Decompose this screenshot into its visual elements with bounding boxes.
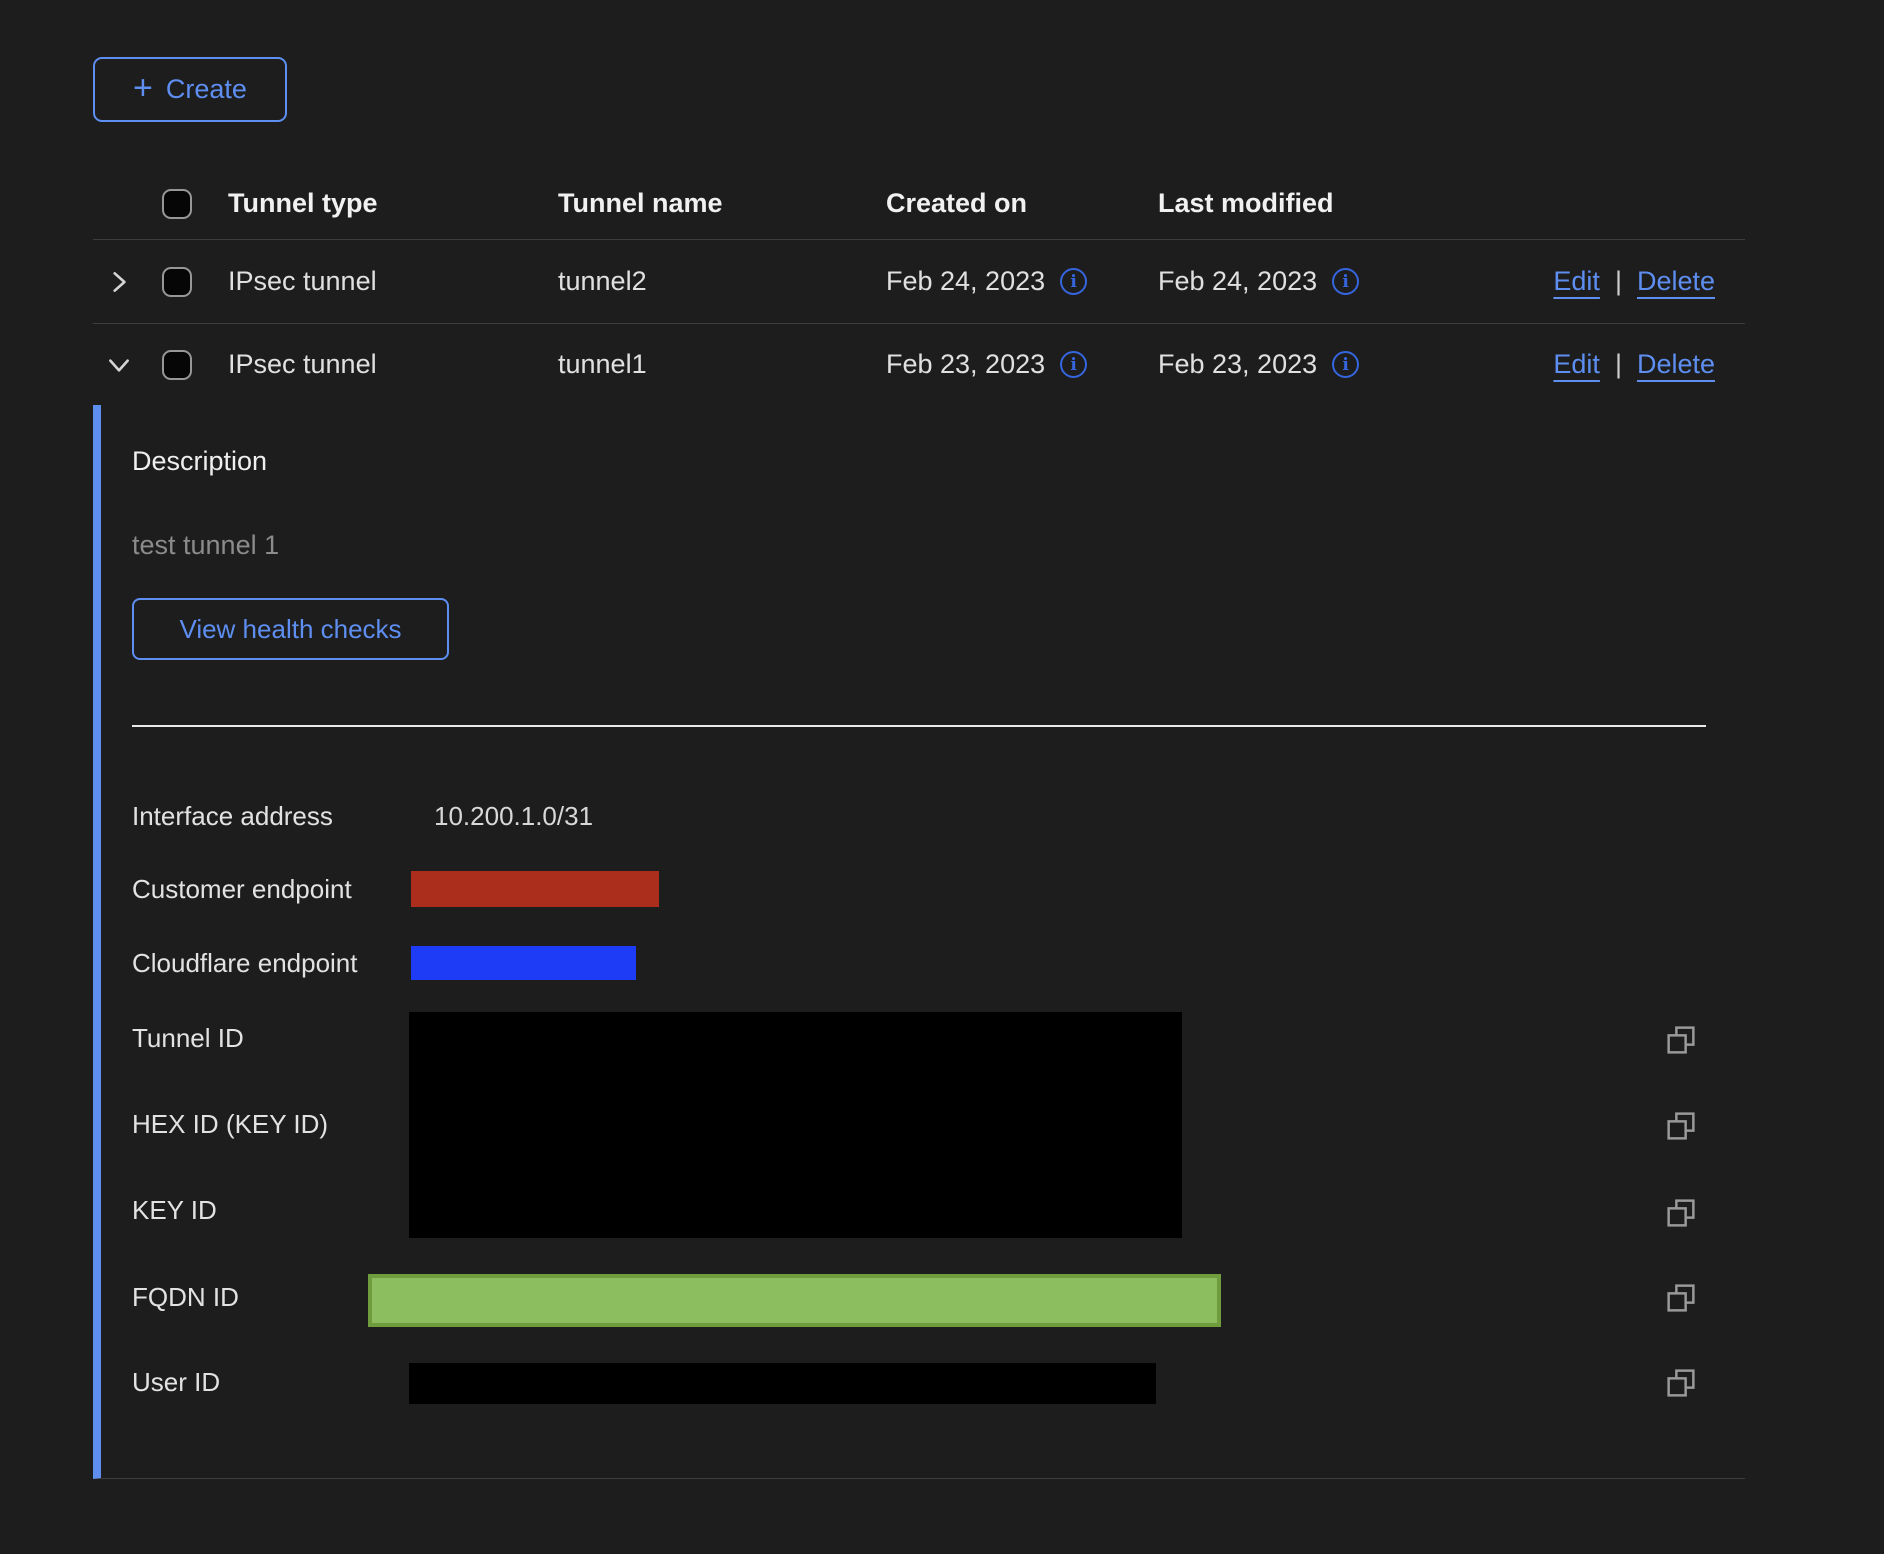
created-on-value: Feb 24, 2023	[886, 266, 1045, 297]
info-icon[interactable]	[1060, 351, 1087, 378]
tunnel-type-value: IPsec tunnel	[228, 349, 558, 380]
row-expander-expanded[interactable]	[99, 345, 139, 385]
delete-link[interactable]: Delete	[1637, 349, 1715, 380]
create-button[interactable]: + Create	[93, 57, 287, 122]
interface-address-label: Interface address	[132, 800, 333, 832]
table-header-row: Tunnel type Tunnel name Created on Last …	[93, 168, 1745, 240]
header-last-modified: Last modified	[1158, 188, 1448, 219]
description-label: Description	[132, 445, 267, 477]
customer-endpoint-redacted-value	[411, 871, 659, 907]
fqdn-id-label: FQDN ID	[132, 1281, 239, 1313]
tunnel-name-value: tunnel2	[558, 266, 886, 297]
description-value: test tunnel 1	[132, 529, 279, 561]
table-row-tunnel2: IPsec tunnel tunnel2 Feb 24, 2023 Feb 24…	[93, 240, 1745, 324]
create-button-label: Create	[166, 74, 247, 105]
copy-icon	[1664, 1281, 1698, 1315]
customer-endpoint-label: Customer endpoint	[132, 873, 352, 905]
table-row-tunnel1: IPsec tunnel tunnel1 Feb 23, 2023 Feb 23…	[93, 324, 1745, 405]
info-icon[interactable]	[1332, 268, 1359, 295]
interface-address-value: 10.200.1.0/31	[434, 800, 593, 832]
last-modified-value: Feb 24, 2023	[1158, 266, 1317, 297]
hex-id-label: HEX ID (KEY ID)	[132, 1108, 328, 1140]
section-divider	[132, 725, 1706, 727]
info-icon[interactable]	[1332, 351, 1359, 378]
copy-icon	[1664, 1023, 1698, 1057]
tunnel-id-label: Tunnel ID	[132, 1022, 244, 1054]
edit-link[interactable]: Edit	[1553, 349, 1600, 380]
header-created-on: Created on	[886, 188, 1158, 219]
chevron-right-icon	[106, 269, 132, 295]
row-expander-collapsed[interactable]	[99, 262, 139, 302]
copy-user-id-button[interactable]	[1664, 1366, 1698, 1400]
cloudflare-endpoint-label: Cloudflare endpoint	[132, 947, 358, 979]
chevron-down-icon	[106, 352, 132, 378]
tunnel-type-value: IPsec tunnel	[228, 266, 558, 297]
copy-key-id-button[interactable]	[1664, 1196, 1698, 1230]
info-icon[interactable]	[1060, 268, 1087, 295]
created-on-value: Feb 23, 2023	[886, 349, 1045, 380]
copy-icon	[1664, 1366, 1698, 1400]
copy-icon	[1664, 1196, 1698, 1230]
edit-link[interactable]: Edit	[1553, 266, 1600, 297]
tunnels-table: Tunnel type Tunnel name Created on Last …	[93, 168, 1745, 1479]
copy-icon	[1664, 1109, 1698, 1143]
header-tunnel-name: Tunnel name	[558, 188, 886, 219]
header-tunnel-type: Tunnel type	[228, 188, 558, 219]
row-checkbox[interactable]	[162, 267, 192, 297]
actions-separator: |	[1615, 266, 1622, 297]
tunnels-page: + Create Tunnel type Tunnel name Created…	[0, 0, 1884, 1554]
key-id-label: KEY ID	[132, 1194, 217, 1226]
user-id-redacted-value	[409, 1363, 1156, 1404]
fqdn-id-redacted-value	[368, 1274, 1221, 1327]
plus-icon: +	[133, 71, 153, 105]
tunnel-detail-panel: Description test tunnel 1 View health ch…	[93, 405, 1745, 1479]
delete-link[interactable]: Delete	[1637, 266, 1715, 297]
tunnel-name-value: tunnel1	[558, 349, 886, 380]
last-modified-value: Feb 23, 2023	[1158, 349, 1317, 380]
copy-hex-id-button[interactable]	[1664, 1109, 1698, 1143]
copy-fqdn-id-button[interactable]	[1664, 1281, 1698, 1315]
actions-separator: |	[1615, 349, 1622, 380]
user-id-label: User ID	[132, 1366, 220, 1398]
cloudflare-endpoint-redacted-value	[411, 946, 636, 980]
tunnel-ids-redacted-value	[409, 1012, 1182, 1238]
select-all-checkbox[interactable]	[162, 189, 192, 219]
row-checkbox[interactable]	[162, 350, 192, 380]
copy-tunnel-id-button[interactable]	[1664, 1023, 1698, 1057]
view-health-checks-button[interactable]: View health checks	[132, 598, 449, 660]
